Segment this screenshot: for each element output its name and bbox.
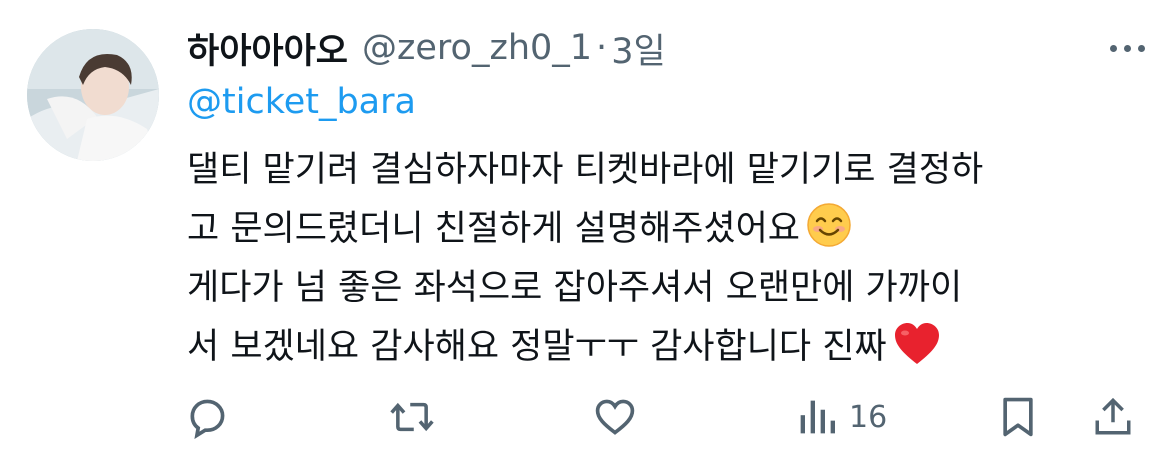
share-icon (1092, 395, 1134, 439)
display-name[interactable]: 하아아아오 (187, 23, 348, 74)
timestamp[interactable]: 3일 (611, 23, 665, 74)
user-handle[interactable]: @zero_zh0_1 (362, 28, 592, 68)
like-heart-icon (592, 395, 638, 439)
like-button[interactable] (592, 382, 638, 452)
avatar[interactable] (27, 29, 159, 161)
more-dot (1123, 44, 1131, 52)
bookmark-icon (998, 395, 1038, 439)
share-button[interactable] (1092, 382, 1134, 452)
more-dot (1137, 44, 1145, 52)
reply-button[interactable] (185, 382, 229, 452)
retweet-button[interactable] (389, 382, 435, 452)
mention-link[interactable]: @ticket_bara (187, 82, 416, 122)
avatar-photo (27, 29, 159, 161)
views-button[interactable]: 16 (797, 382, 887, 452)
views-chart-icon (797, 395, 837, 439)
separator-dot: · (596, 28, 608, 68)
tweet-line: 서 보겠네요 감사해요 정말ㅜㅜ 감사합니다 진짜 (187, 318, 1147, 377)
smiling-face-emoji (806, 202, 852, 267)
more-options-button[interactable] (1100, 30, 1154, 66)
tweet-line: 고 문의드렸더니 친절하게 설명해주셨어요 (187, 200, 1147, 259)
views-count: 16 (849, 399, 888, 435)
bookmark-button[interactable] (998, 382, 1038, 452)
reply-icon (185, 395, 229, 439)
red-heart-emoji (893, 322, 941, 385)
tweet-header: 하아아아오 @zero_zh0_1 · 3일 (187, 22, 666, 74)
retweet-icon (389, 395, 435, 439)
more-dot (1109, 44, 1117, 52)
tweet-line: 게다가 넘 좋은 좌석으로 잡아주셔서 오랜만에 가까이 (187, 268, 963, 308)
tweet-line: 댈티 맡기려 결심하자마자 티켓바라에 맡기기로 결정하 (187, 150, 984, 190)
tweet-actions: 16 (0, 382, 1170, 452)
tweet-text: 댈티 맡기려 결심하자마자 티켓바라에 맡기기로 결정하 고 문의드렸더니 친절… (187, 141, 1147, 377)
